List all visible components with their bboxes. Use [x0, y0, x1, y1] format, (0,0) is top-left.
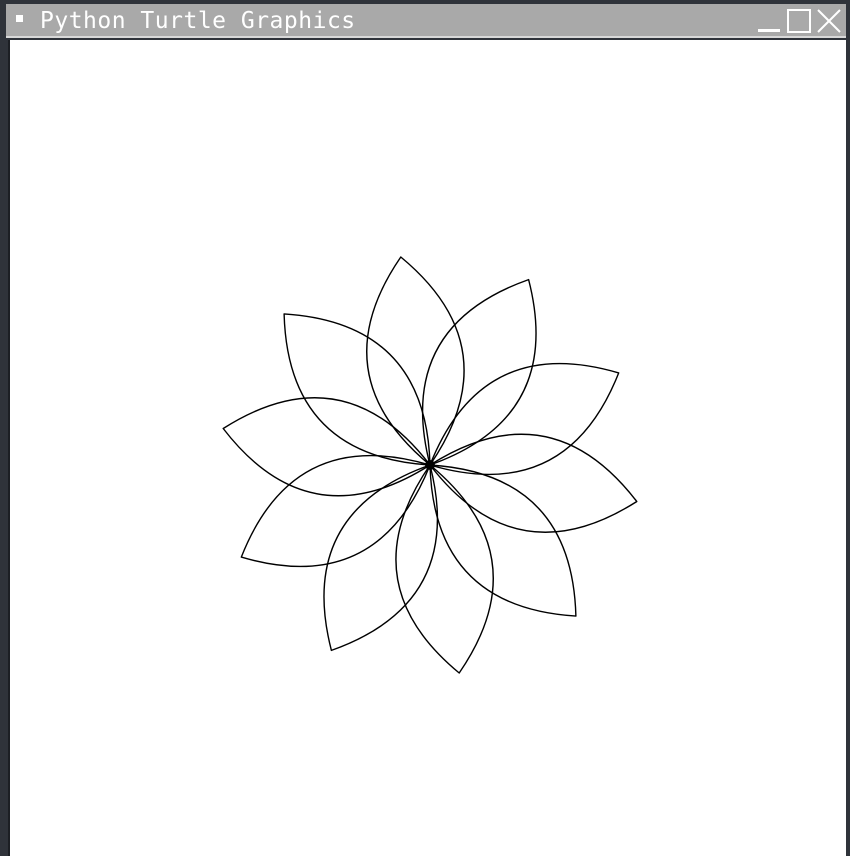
flower-petal: [283, 313, 431, 466]
window-controls: [756, 4, 846, 38]
maximize-icon[interactable]: [786, 8, 812, 34]
turtle-window: Python Turtle Graphics: [0, 0, 850, 856]
flower-petal: [421, 278, 537, 466]
close-icon[interactable]: [816, 8, 842, 34]
turtle-cursor: [425, 460, 435, 470]
flower-petal: [323, 464, 439, 652]
title-bar[interactable]: Python Turtle Graphics: [6, 4, 846, 38]
window-title: Python Turtle Graphics: [40, 8, 356, 34]
turtle-canvas-area[interactable]: [8, 40, 846, 856]
flower-drawing: [222, 256, 638, 674]
flower-petal: [366, 256, 465, 466]
flower-petal: [395, 464, 494, 674]
flower-petal: [429, 464, 577, 617]
flower-petal: [222, 397, 431, 497]
flower-petal: [240, 454, 431, 568]
flower-petal: [429, 362, 620, 476]
window-menu-icon[interactable]: [16, 15, 23, 22]
flower-petal: [429, 433, 638, 533]
minimize-icon[interactable]: [756, 8, 782, 34]
turtle-canvas[interactable]: [10, 40, 846, 856]
